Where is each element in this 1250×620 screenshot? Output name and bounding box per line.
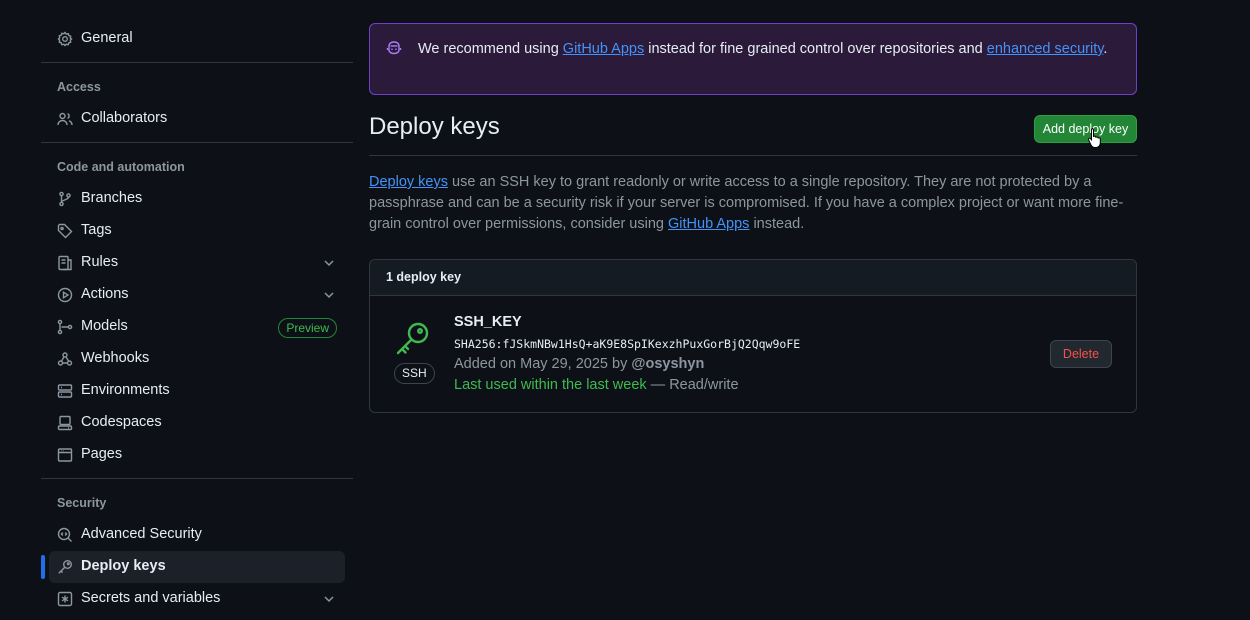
deploy-key-count: 1 deploy key [370,260,1136,296]
chevron-down-icon [324,292,334,299]
added-by-user[interactable]: @osyshyn [631,356,704,372]
sidebar-item-rules[interactable]: Rules [49,247,345,279]
key-added-info: Added on May 29, 2025 by @osyshyn [454,356,704,372]
asterisk-icon [57,591,73,607]
sidebar-item-models[interactable]: Models Preview [49,311,345,343]
added-text: Added on May 29, 2025 by [454,356,632,372]
sidebar-item-label: Webhooks [81,350,150,366]
banner-text-middle: instead for fine grained control over re… [644,41,987,57]
sidebar-divider [41,142,353,143]
sidebar-item-branches[interactable]: Branches [49,183,345,215]
pointer-cursor-icon [1087,128,1101,148]
sidebar-item-codespaces[interactable]: Codespaces [49,407,345,439]
gear-icon [57,31,73,47]
deploy-keys-docs-link[interactable]: Deploy keys [369,174,448,190]
sidebar-item-label: Advanced Security [81,526,202,542]
page-description: Deploy keys use an SSH key to grant read… [369,172,1129,235]
deploy-keys-list: 1 deploy key SSH SSH_KEY SHA256:fJSkmNBw… [369,259,1137,413]
description-suffix: instead. [749,216,805,232]
sidebar-item-label: Codespaces [81,414,162,430]
banner-text-prefix: We recommend using [418,41,563,57]
github-apps-link[interactable]: GitHub Apps [668,216,749,232]
last-used-text: Last used within the last week [454,377,647,393]
browser-icon [57,447,73,463]
sidebar-item-collaborators[interactable]: Collaborators [49,103,345,135]
key-icon [396,322,429,355]
models-icon [57,319,73,335]
sidebar-item-advanced-security[interactable]: Advanced Security [49,519,345,551]
section-heading-code: Code and automation [57,160,185,174]
copilot-icon [386,41,402,55]
tag-icon [57,223,73,239]
section-heading-security: Security [57,496,107,510]
recommendation-banner: We recommend using GitHub Apps instead f… [369,23,1137,95]
git-branch-icon [57,191,73,207]
sidebar-item-tags[interactable]: Tags [49,215,345,247]
webhook-icon [57,351,73,367]
sidebar-item-label: General [81,30,133,46]
play-icon [57,287,73,303]
people-icon [57,111,73,127]
preview-badge: Preview [278,318,337,338]
sidebar-item-deploy-keys[interactable]: Deploy keys [49,551,345,583]
sidebar-item-label: Secrets and variables [81,590,221,606]
sidebar-item-environments[interactable]: Environments [49,375,345,407]
sidebar-item-label: Deploy keys [81,558,166,574]
key-icon [57,559,73,575]
settings-sidebar: General Access Collaborators Code and au… [41,0,353,620]
sidebar-item-label: Collaborators [81,110,168,126]
sidebar-item-label: Tags [81,222,112,238]
codescan-icon [57,527,73,543]
page-title: Deploy keys [369,113,500,140]
section-heading-access: Access [57,80,101,94]
banner-text: We recommend using GitHub Apps instead f… [418,39,1108,60]
access-level: — Read/write [646,377,739,393]
sidebar-item-general[interactable]: General [49,23,345,55]
title-divider [369,155,1137,156]
sidebar-item-label: Actions [81,286,129,302]
chevron-down-icon [324,260,334,267]
ssh-label: SSH [394,363,435,384]
github-apps-link[interactable]: GitHub Apps [563,41,644,57]
sidebar-divider [41,62,353,63]
chevron-down-icon [324,596,334,603]
rules-icon [57,255,73,271]
sidebar-item-label: Pages [81,446,123,462]
sidebar-item-secrets[interactable]: Secrets and variables [49,583,345,615]
enhanced-security-link[interactable]: enhanced security [987,41,1104,57]
delete-key-button[interactable]: Delete [1050,340,1112,368]
key-usage-info: Last used within the last week — Read/wr… [454,377,739,393]
key-fingerprint: SHA256:fJSkmNBw1HsQ+aK9E8SpIKexzhPuxGorB… [454,337,801,351]
server-icon [57,383,73,399]
sidebar-item-webhooks[interactable]: Webhooks [49,343,345,375]
sidebar-item-label: Branches [81,190,143,206]
active-indicator [41,555,45,579]
add-deploy-key-button[interactable]: Add deploy key [1034,115,1137,143]
banner-text-suffix: . [1103,41,1108,57]
key-title: SSH_KEY [454,314,522,330]
sidebar-item-pages[interactable]: Pages [49,439,345,471]
sidebar-item-label: Rules [81,254,119,270]
sidebar-item-label: Models [81,318,128,334]
sidebar-item-label: Environments [81,382,170,398]
sidebar-item-actions[interactable]: Actions [49,279,345,311]
sidebar-divider [41,478,353,479]
codespaces-icon [57,415,73,431]
